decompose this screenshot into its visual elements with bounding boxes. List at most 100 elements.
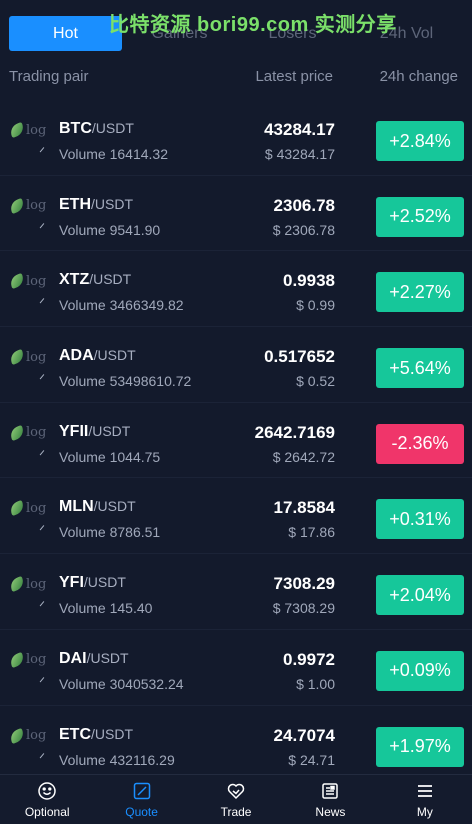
volume: Volume 16414.32 [59,146,168,162]
market-row[interactable]: log ETH/USDT Volume 9541.90 2306.78 $ 2306.7… [0,176,472,252]
nav-trade[interactable]: Trade [189,775,283,824]
quote-symbol: /USDT [88,422,131,439]
change-badge[interactable]: +1.97% [376,726,464,767]
coin-logo-icon: log [8,576,50,593]
quote-icon [133,782,150,800]
nav-my[interactable]: My [378,775,472,824]
market-row[interactable]: log XTZ/USDT Volume 3466349.82 0.9938 $ 0.99… [0,251,472,328]
market-row[interactable]: log DAI/USDT Volume 3040532.24 0.9972 $ 1.00… [0,630,472,706]
latest-price: 0.517652 [264,347,335,367]
trading-pair: MLN/USDT [59,498,136,516]
trading-pair: YFII/USDT [59,423,130,441]
base-symbol: ETH [59,195,91,213]
broken-image-icon [8,197,26,214]
market-row[interactable]: log ADA/USDT Volume 53498610.72 0.517652 $ 0… [0,327,472,403]
change-badge[interactable]: +0.09% [376,650,464,691]
change-badge[interactable]: +2.04% [376,575,464,616]
logo-alt-text: log [26,652,47,668]
fiat-price: $ 17.86 [288,524,335,541]
menu-icon [417,785,432,797]
column-latest-price: Latest price [255,68,333,85]
coin-logo-icon: log [8,424,50,441]
market-tabs: Hot Gainers Losers 24h Vol 比特资源 bori99.c… [0,0,472,54]
coin-logo-icon: log [8,500,50,517]
trade-icon [227,783,245,800]
quote-symbol: /USDT [86,649,129,666]
base-symbol: ADA [59,347,94,365]
latest-price: 7308.29 [273,574,335,594]
latest-price: 0.9972 [283,649,335,669]
fiat-price: $ 43284.17 [264,146,335,162]
volume: Volume 8786.51 [59,524,161,541]
quote-symbol: /USDT [89,271,132,288]
fiat-price: $ 2642.72 [272,448,335,465]
base-symbol: MLN [59,498,94,516]
logo-alt-text: log [26,500,47,516]
market-row[interactable]: log YFI/USDT Volume 145.40 7308.29 $ 7308.29… [0,554,472,630]
coin-logo-icon: log [8,349,50,366]
trading-pair: XTZ/USDT [59,271,131,289]
change-badge[interactable]: +5.64% [376,348,464,389]
column-24h-change: 24h change [379,68,458,85]
latest-price: 2642.7169 [254,422,335,442]
coin-logo-icon: log [8,727,50,744]
nav-label: News [315,805,346,819]
broken-image-icon [8,651,26,668]
fiat-price: $ 7308.29 [272,600,335,617]
broken-image-icon [8,727,26,744]
tick-mark-icon [39,147,48,155]
market-row[interactable]: log YFII/USDT Volume 1044.75 2642.7169 $ 264… [0,403,472,479]
bottom-nav: Optional Quote Trade News My [0,774,472,824]
column-trading-pair: Trading pair [9,68,89,85]
change-badge[interactable]: +0.31% [376,499,464,540]
nav-quote[interactable]: Quote [94,775,188,824]
change-badge[interactable]: +2.27% [376,272,464,313]
change-badge[interactable]: +2.52% [376,196,464,237]
logo-alt-text: log [26,728,47,743]
broken-image-icon [8,424,26,441]
tick-mark-icon [39,752,48,761]
volume: Volume 3040532.24 [59,675,184,692]
nav-label: Optional [24,805,70,819]
quote-symbol: /USDT [93,498,136,515]
latest-price: 0.9938 [283,271,335,291]
tick-mark-icon [39,298,48,307]
latest-price: 24.7074 [273,725,335,745]
coin-logo-icon: log [8,273,50,290]
fiat-price: $ 24.71 [288,751,335,768]
quote-symbol: /USDT [93,347,136,364]
nav-optional[interactable]: Optional [0,775,94,824]
logo-alt-text: log [26,425,47,441]
logo-alt-text: log [26,349,47,365]
change-badge[interactable]: -2.36% [376,423,464,464]
tick-mark-icon [39,601,48,610]
latest-price: 43284.17 [264,120,335,139]
quote-symbol: /USDT [83,574,126,591]
coin-logo-icon: log [8,121,50,139]
trading-pair: ETH/USDT [59,196,133,214]
tick-mark-icon [39,374,48,382]
tick-mark-icon [39,449,48,458]
fiat-price: $ 2306.78 [272,221,335,238]
trading-pair: DAI/USDT [59,650,129,668]
market-row[interactable]: log ETC/USDT Volume 432116.29 24.7074 $ 24.7… [0,706,472,782]
fiat-price: $ 0.52 [296,373,335,390]
trading-pair: ADA/USDT [59,347,136,365]
latest-price: 17.8584 [273,498,335,518]
watermark: 比特资源 bori99.com 实测分享 [109,14,397,36]
smiley-icon [38,782,56,800]
base-symbol: DAI [59,649,87,667]
nav-news[interactable]: News [283,775,377,824]
nav-label: Quote [125,805,158,819]
market-row[interactable]: log MLN/USDT Volume 8786.51 17.8584 $ 17.86 +… [0,478,472,555]
broken-image-icon [8,273,26,290]
change-badge[interactable]: +2.84% [376,121,464,161]
logo-alt-text: log [26,273,47,289]
broken-image-icon [8,576,26,593]
volume: Volume 9541.90 [59,221,161,238]
base-symbol: BTC [59,120,92,137]
tab-hot[interactable]: Hot [9,16,122,51]
volume: Volume 3466349.82 [59,297,184,314]
base-symbol: YFI [59,574,84,592]
market-row[interactable]: log BTC/USDT Volume 16414.32 43284.17 $ 4328… [0,100,472,176]
